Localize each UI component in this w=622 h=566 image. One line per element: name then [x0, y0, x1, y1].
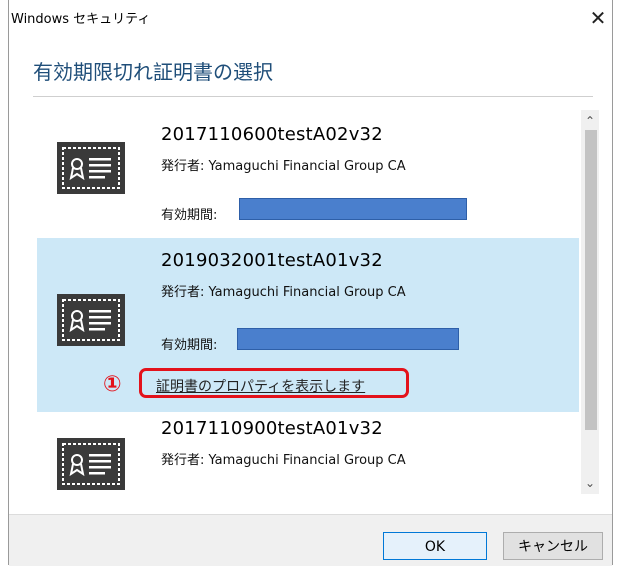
certificate-item[interactable]: 2017110900testA01v32 発行者: Yamaguchi Fina… — [37, 412, 579, 494]
scroll-thumb[interactable] — [585, 130, 597, 430]
certificate-list: 2017110600testA02v32 発行者: Yamaguchi Fina… — [37, 110, 579, 494]
validity-label: 有効期間: — [161, 338, 218, 353]
certificate-icon — [57, 438, 125, 490]
ok-button[interactable]: OK — [383, 532, 487, 560]
certificate-issuer: 発行者: Yamaguchi Financial Group CA — [161, 453, 406, 468]
certificate-name: 2017110900testA01v32 — [161, 418, 383, 439]
certificate-item-selected[interactable]: 2019032001testA01v32 発行者: Yamaguchi Fina… — [37, 238, 579, 412]
divider — [33, 96, 593, 97]
certificate-name: 2017110600testA02v32 — [161, 124, 383, 145]
title-bar: Windows セキュリティ ✕ — [9, 0, 612, 36]
certificate-icon — [57, 294, 125, 346]
scrollbar[interactable]: ⌃ ⌄ — [581, 110, 599, 494]
close-icon[interactable]: ✕ — [584, 4, 612, 32]
dialog-heading: 有効期限切れ証明書の選択 — [33, 60, 273, 84]
security-dialog: Windows セキュリティ ✕ 有効期限切れ証明書の選択 2017110600… — [8, 0, 613, 566]
properties-highlight: 証明書のプロパティを表示します — [139, 368, 409, 398]
validity-value-redacted — [239, 198, 467, 220]
validity-label: 有効期間: — [161, 208, 218, 223]
button-bar: OK キャンセル — [9, 514, 612, 566]
cancel-button[interactable]: キャンセル — [503, 532, 603, 560]
validity-value-redacted — [237, 328, 459, 350]
view-properties-link[interactable]: 証明書のプロパティを表示します — [156, 376, 365, 396]
window-title: Windows セキュリティ — [11, 12, 151, 27]
certificate-name: 2019032001testA01v32 — [161, 250, 383, 271]
certificate-issuer: 発行者: Yamaguchi Financial Group CA — [161, 285, 406, 300]
certificate-item[interactable]: 2017110600testA02v32 発行者: Yamaguchi Fina… — [37, 110, 579, 228]
certificate-icon — [57, 142, 125, 194]
scroll-down-icon[interactable]: ⌄ — [581, 474, 599, 492]
scroll-up-icon[interactable]: ⌃ — [581, 112, 599, 130]
step-marker: ① — [103, 372, 122, 397]
certificate-issuer: 発行者: Yamaguchi Financial Group CA — [161, 159, 406, 174]
